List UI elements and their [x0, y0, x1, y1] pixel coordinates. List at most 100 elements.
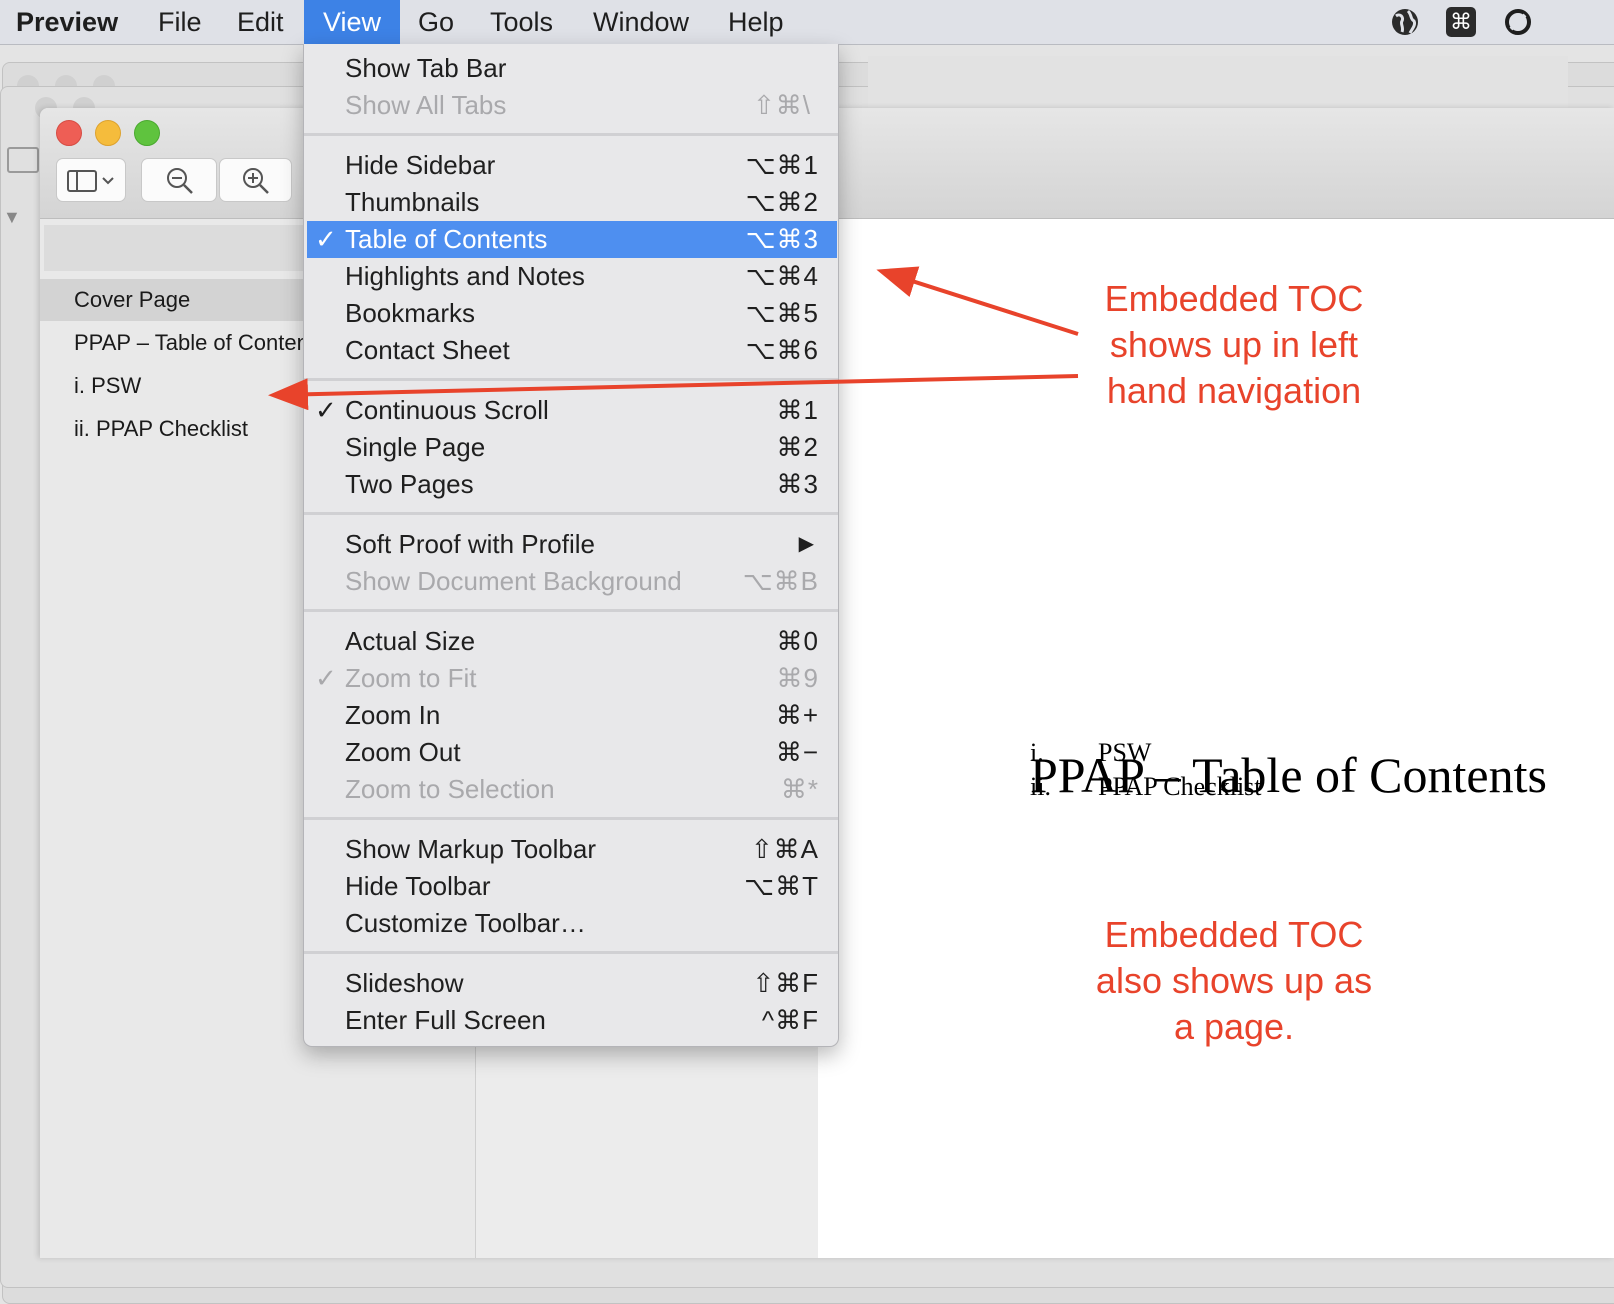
menu-item-customize-toolbar[interactable]: Customize Toolbar… [307, 905, 837, 942]
menu-item-shortcut: ⌘9 [776, 663, 819, 693]
checkmark-icon: ✓ [315, 663, 337, 693]
menu-item-label: Table of Contents [345, 224, 548, 254]
menu-item-label: Slideshow [345, 968, 464, 998]
globe-icon[interactable] [1390, 7, 1420, 37]
annotation-line: also shows up as [1095, 960, 1373, 1001]
menu-item-label: Two Pages [345, 469, 474, 499]
annotation-note-2: Embedded TOC also shows up as a page. [1074, 912, 1394, 1050]
annotation-line: Embedded TOC [1104, 278, 1364, 319]
menu-item-shortcut: ⌥⌘1 [745, 150, 819, 180]
menu-item-shortcut: ⌥⌘4 [745, 261, 819, 291]
menu-item-shortcut: ⌥⌘5 [745, 298, 819, 328]
zoom-out-button[interactable] [141, 158, 217, 202]
menu-item-shortcut: ⌘2 [776, 432, 819, 462]
menu-item-soft-proof[interactable]: Soft Proof with Profile ▶ [307, 526, 837, 563]
menu-item-shortcut: ^⌘F [761, 1005, 819, 1035]
menu-view[interactable]: View [304, 0, 400, 44]
sync-icon[interactable] [1503, 7, 1533, 37]
annotation-line: shows up in left [1109, 324, 1359, 365]
menu-item-label: Contact Sheet [345, 335, 510, 365]
menu-item-label: Single Page [345, 432, 486, 462]
menu-item-shortcut: ⌘1 [776, 395, 819, 425]
menu-item-bookmarks[interactable]: Bookmarks ⌥⌘5 [307, 295, 837, 332]
menu-item-label: Show All Tabs [345, 90, 507, 120]
command-icon[interactable]: ⌘ [1446, 7, 1476, 37]
menu-help[interactable]: Help [728, 0, 784, 44]
menu-item-table-of-contents[interactable]: ✓ Table of Contents ⌥⌘3 [307, 221, 837, 258]
menu-item-shortcut: ⌘− [775, 737, 819, 767]
menu-app-preview[interactable]: Preview [16, 0, 118, 44]
menu-separator [304, 951, 838, 954]
menu-item-label: Bookmarks [345, 298, 476, 328]
menu-item-shortcut: ⌘3 [776, 469, 819, 499]
menu-item-show-all-tabs: Show All Tabs ⇧⌘\ [307, 87, 837, 124]
menu-item-enter-full-screen[interactable]: Enter Full Screen ^⌘F [307, 1002, 837, 1039]
menu-item-continuous-scroll[interactable]: ✓ Continuous Scroll ⌘1 [307, 392, 837, 429]
menu-item-shortcut: ⌥⌘2 [745, 187, 819, 217]
minimize-button[interactable] [95, 120, 121, 146]
menu-separator [304, 817, 838, 820]
menu-item-two-pages[interactable]: Two Pages ⌘3 [307, 466, 837, 503]
view-menu-dropdown: Show Tab Bar Show All Tabs ⇧⌘\ Hide Side… [303, 44, 839, 1047]
annotation-note-1: Embedded TOC shows up in left hand navig… [1084, 276, 1384, 414]
menu-item-label: Continuous Scroll [345, 395, 549, 425]
submenu-arrow-icon: ▶ [798, 533, 815, 555]
menu-item-shortcut: ⇧⌘\ [752, 90, 811, 120]
menu-item-show-markup-toolbar[interactable]: Show Markup Toolbar ⇧⌘A [307, 831, 837, 868]
menu-go[interactable]: Go [418, 0, 454, 44]
menu-window[interactable]: Window [593, 0, 689, 44]
menu-item-label: Thumbnails [345, 187, 480, 217]
document-entry-text: PSW [1098, 738, 1152, 767]
document-entry-number: i. [1030, 738, 1044, 767]
menu-item-shortcut: ⇧⌘F [752, 968, 819, 998]
menu-item-label: Hide Sidebar [345, 150, 496, 180]
menu-edit[interactable]: Edit [237, 0, 284, 44]
menu-item-zoom-to-fit: ✓ Zoom to Fit ⌘9 [307, 660, 837, 697]
menu-item-label: Highlights and Notes [345, 261, 585, 291]
menu-separator [304, 133, 838, 136]
menu-item-zoom-out[interactable]: Zoom Out ⌘− [307, 734, 837, 771]
sidebar-view-button[interactable] [56, 158, 126, 202]
zoom-in-icon [243, 168, 269, 194]
menu-tools[interactable]: Tools [490, 0, 553, 44]
menu-item-label: Zoom to Fit [345, 663, 477, 693]
menu-item-actual-size[interactable]: Actual Size ⌘0 [307, 623, 837, 660]
menu-item-contact-sheet[interactable]: Contact Sheet ⌥⌘6 [307, 332, 837, 369]
menu-file[interactable]: File [158, 0, 202, 44]
menu-item-thumbnails[interactable]: Thumbnails ⌥⌘2 [307, 184, 837, 221]
menu-item-label: Enter Full Screen [345, 1005, 546, 1035]
menu-bar: Preview File Edit View Go Tools Window H… [0, 0, 1614, 45]
zoom-button[interactable] [134, 120, 160, 146]
document-entry-number: ii. [1030, 772, 1051, 801]
zoom-out-icon [167, 168, 193, 194]
menu-item-label: Zoom to Selection [345, 774, 555, 804]
menu-item-label: Zoom In [345, 700, 441, 730]
checkmark-icon: ✓ [315, 224, 337, 254]
menu-item-shortcut: ⌥⌘3 [745, 224, 819, 254]
menu-item-shortcut: ⌥⌘T [744, 871, 819, 901]
menu-item-show-document-background: Show Document Background ⌥⌘B [307, 563, 837, 600]
annotation-line: hand navigation [1106, 370, 1362, 411]
menu-item-label: Show Markup Toolbar [345, 834, 596, 864]
close-button[interactable] [56, 120, 82, 146]
zoom-in-button[interactable] [219, 158, 292, 202]
menu-item-show-tab-bar[interactable]: Show Tab Bar [307, 50, 837, 87]
annotation-line: a page. [1173, 1006, 1295, 1047]
menu-item-shortcut: ⇧⌘A [750, 834, 819, 864]
menu-item-single-page[interactable]: Single Page ⌘2 [307, 429, 837, 466]
disclosure-triangle-icon: ▼ [3, 207, 21, 227]
menu-item-zoom-in[interactable]: Zoom In ⌘+ [307, 697, 837, 734]
menu-item-hide-toolbar[interactable]: Hide Toolbar ⌥⌘T [307, 868, 837, 905]
menu-item-label: Show Tab Bar [345, 53, 507, 83]
menu-item-highlights-notes[interactable]: Highlights and Notes ⌥⌘4 [307, 258, 837, 295]
menu-item-slideshow[interactable]: Slideshow ⇧⌘F [307, 965, 837, 1002]
sidebar-icon [67, 170, 114, 192]
menu-item-hide-sidebar[interactable]: Hide Sidebar ⌥⌘1 [307, 147, 837, 184]
menu-separator [304, 378, 838, 381]
menu-item-zoom-to-selection: Zoom to Selection ⌘* [307, 771, 837, 808]
menu-separator [304, 512, 838, 515]
menu-item-label: Show Document Background [345, 566, 682, 596]
menu-item-label: Customize Toolbar… [345, 908, 586, 938]
menu-item-shortcut: ⌥⌘6 [745, 335, 819, 365]
menu-item-label: Hide Toolbar [345, 871, 491, 901]
